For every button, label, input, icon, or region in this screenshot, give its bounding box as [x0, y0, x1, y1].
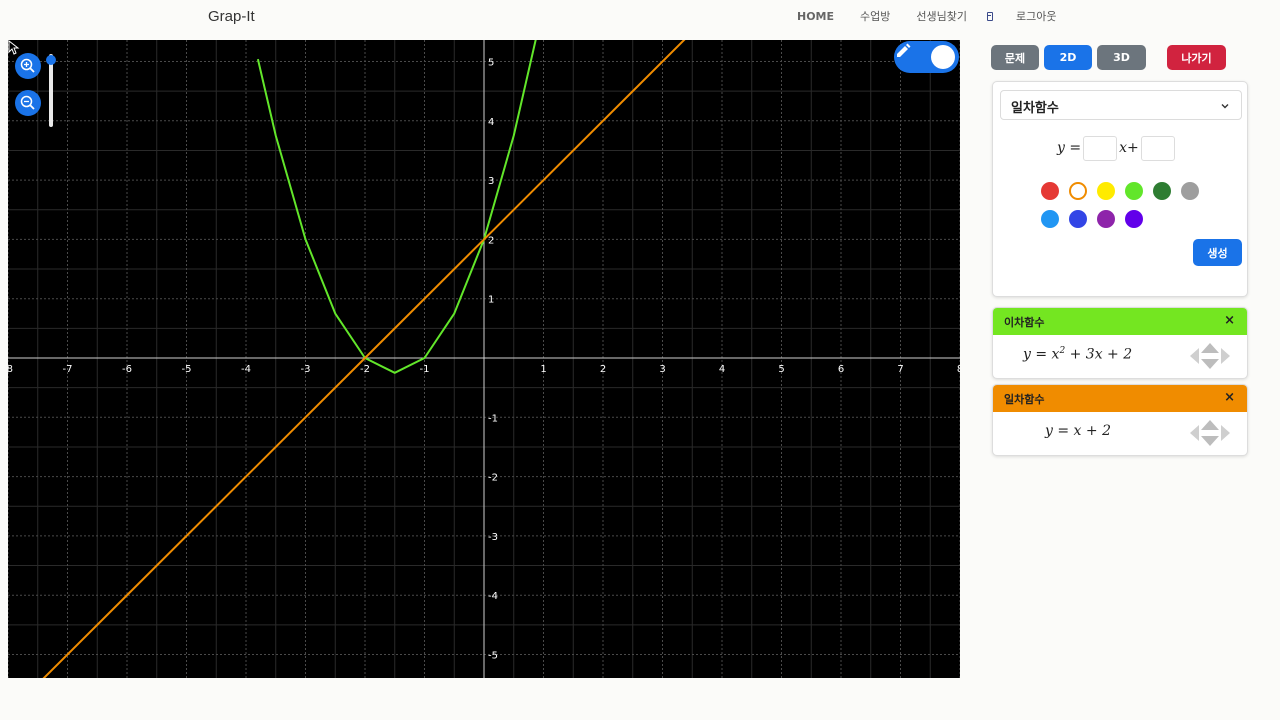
color-option[interactable]	[1153, 182, 1171, 200]
nav-logout-link[interactable]: 로그아웃	[1016, 8, 1056, 24]
equation-middle: x+	[1119, 140, 1139, 156]
zoom-in-icon	[20, 58, 35, 73]
color-option[interactable]	[1097, 210, 1115, 228]
zoom-slider[interactable]	[46, 54, 56, 127]
series-line-1	[42, 40, 686, 678]
x-tick-label: 7	[897, 364, 903, 375]
x-tick-label: 2	[600, 364, 606, 375]
close-icon[interactable]: ×	[1224, 313, 1235, 328]
equation-prefix: y =	[1057, 140, 1082, 156]
x-tick-label: -2	[360, 364, 370, 375]
x-tick-label: -5	[182, 364, 192, 375]
series-line-0	[256, 40, 537, 374]
function-card-quadratic[interactable]: 이차함수 × y = x2 + 3x + 2	[992, 307, 1248, 379]
y-tick-label: -3	[488, 532, 498, 543]
mode-2d-button[interactable]: 2D	[1044, 45, 1092, 70]
function-card-linear[interactable]: 일차함수 × y = x + 2	[992, 384, 1248, 456]
x-tick-label: -4	[241, 364, 251, 375]
color-option[interactable]	[1181, 182, 1199, 200]
top-header: Grap-It HOME 수업방 선생님찾기 로그아웃	[0, 0, 1280, 38]
function-type-select[interactable]: 일차함수	[1000, 90, 1242, 120]
zoom-out-icon	[20, 95, 35, 110]
function-creator-card: 일차함수 y = x+ 생성	[992, 81, 1248, 297]
function-card-header: 이차함수 ×	[993, 308, 1247, 335]
app-title[interactable]: Grap-It	[208, 8, 255, 25]
x-tick-label: -3	[301, 364, 311, 375]
x-tick-label: -8	[8, 364, 13, 375]
zoom-out-button[interactable]	[15, 90, 41, 116]
toggle-knob	[931, 45, 955, 69]
graph-plot: -8 -7 -6 -5 -4 -3 -2 -1 1 2 3 4 5 6 7 8 -5 -4 -3 -2 -1 1 2 3 4 5	[8, 40, 960, 678]
color-option[interactable]	[1125, 210, 1143, 228]
y-tick-label: 2	[488, 235, 494, 246]
x-tick-label: -7	[63, 364, 73, 375]
nav-find-teacher-link[interactable]: 선생님찾기	[916, 8, 967, 24]
zoom-in-button[interactable]	[15, 53, 41, 79]
move-arrows-icon[interactable]	[1189, 342, 1231, 370]
mode-3d-button[interactable]: 3D	[1097, 45, 1146, 70]
x-tick-label: -6	[122, 364, 132, 375]
nav-classroom-link[interactable]: 수업방	[860, 8, 890, 24]
x-tick-label: 5	[778, 364, 784, 375]
move-arrows-icon[interactable]	[1189, 419, 1231, 447]
function-card-header: 일차함수 ×	[993, 385, 1247, 412]
color-option[interactable]	[1041, 210, 1059, 228]
exit-button[interactable]: 나가기	[1167, 45, 1226, 70]
draw-mode-toggle[interactable]	[894, 41, 959, 73]
slope-input[interactable]	[1083, 135, 1118, 161]
color-option[interactable]	[1069, 210, 1087, 228]
problem-button[interactable]: 문제	[991, 45, 1039, 70]
nav-home-link[interactable]: HOME	[797, 10, 834, 23]
color-option[interactable]	[1097, 182, 1115, 200]
x-tick-label: 1	[540, 364, 546, 375]
x-tick-label: 4	[719, 364, 725, 375]
close-icon[interactable]: ×	[1224, 390, 1235, 405]
function-card-title: 이차함수	[1004, 316, 1045, 329]
mouse-cursor-icon	[8, 40, 20, 55]
document-icon[interactable]	[987, 11, 994, 21]
y-tick-label: -5	[488, 651, 498, 662]
y-tick-label: 4	[488, 117, 494, 128]
equation-row: y = x+	[1057, 135, 1177, 161]
x-tick-label: -1	[420, 364, 430, 375]
pencil-icon	[897, 43, 911, 57]
color-option[interactable]	[1041, 182, 1059, 200]
y-tick-label: -1	[488, 413, 498, 424]
create-button[interactable]: 생성	[1193, 239, 1242, 266]
x-tick-label: 8	[957, 364, 960, 375]
x-tick-label: 6	[838, 364, 844, 375]
function-type-value: 일차함수	[1011, 101, 1059, 116]
y-tick-label: -4	[488, 591, 498, 602]
function-formula: y = x + 2	[1045, 423, 1111, 439]
y-tick-label: 1	[488, 295, 494, 306]
y-tick-label: 3	[488, 176, 494, 187]
function-formula: y = x2 + 3x + 2	[1023, 346, 1133, 363]
y-tick-label: -2	[488, 473, 498, 484]
graph-canvas[interactable]: -8 -7 -6 -5 -4 -3 -2 -1 1 2 3 4 5 6 7 8 -5 -4 -3 -2 -1 1 2 3 4 5	[8, 40, 960, 678]
y-tick-label: 5	[488, 58, 494, 69]
chevron-down-icon	[1221, 104, 1229, 109]
top-nav: HOME 수업방 선생님찾기 로그아웃	[797, 8, 1083, 24]
color-option[interactable]	[1125, 182, 1143, 200]
zoom-slider-thumb[interactable]	[46, 55, 56, 65]
color-option[interactable]	[1069, 182, 1087, 200]
intercept-input[interactable]	[1140, 135, 1175, 161]
function-card-title: 일차함수	[1004, 393, 1045, 406]
x-tick-label: 3	[659, 364, 665, 375]
